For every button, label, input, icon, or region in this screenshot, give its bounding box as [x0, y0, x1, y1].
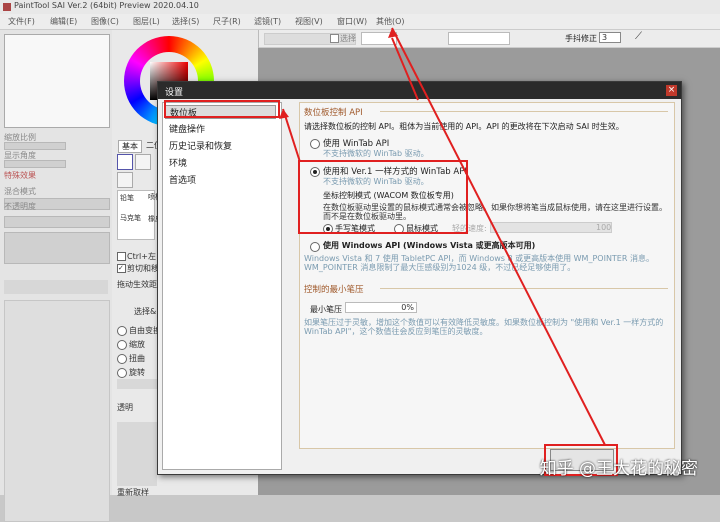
watermark: 知乎 @王大花的秘密	[539, 459, 698, 479]
arrow-head-tablet	[279, 109, 289, 119]
arrow-to-ver1	[391, 37, 419, 101]
arrow-to-ok	[391, 27, 606, 446]
annotation-arrows	[279, 27, 606, 446]
